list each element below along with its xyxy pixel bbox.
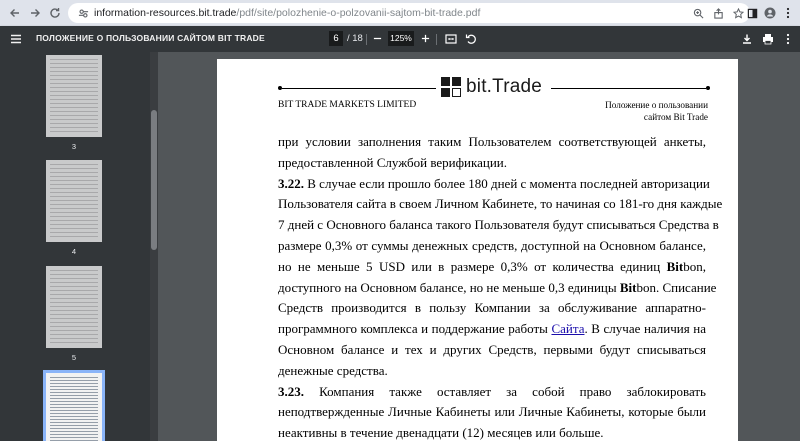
forward-arrow-icon[interactable] xyxy=(24,2,46,24)
page-thumbnail-6[interactable] xyxy=(43,370,105,441)
page-total: / 18 xyxy=(347,33,363,44)
logo-text: bit.Trade xyxy=(466,76,543,97)
clause-number: 3.23. xyxy=(278,383,304,399)
sidebar-scroll-thumb[interactable] xyxy=(151,110,157,250)
text-line: программного комплекса и поддержание раб… xyxy=(278,321,706,337)
more-actions-icon[interactable] xyxy=(780,31,796,47)
more-menu-icon[interactable] xyxy=(780,5,796,21)
text-line: размере 0,3% от суммы денежных средств, … xyxy=(278,237,706,253)
print-icon[interactable] xyxy=(760,31,776,47)
page-number-input[interactable]: 6 xyxy=(329,31,343,46)
profile-avatar-icon[interactable] xyxy=(762,5,778,21)
header-rule xyxy=(282,88,436,89)
toolbar-divider xyxy=(436,34,437,45)
address-bar[interactable]: information-resources.bit.trade/pdf/site… xyxy=(68,3,750,23)
browser-bar: information-resources.bit.trade/pdf/site… xyxy=(0,0,800,26)
text-line: предоставленной Службой верификации. xyxy=(278,154,508,170)
doc-ref-line: Положение о пользовании xyxy=(605,100,708,110)
sidebar-scrollbar[interactable] xyxy=(150,52,158,441)
bit-trade-logo-icon xyxy=(441,77,462,98)
text-line: при условии заполнения таким Пользовател… xyxy=(278,134,706,149)
url-path: /pdf/site/polozhenie-o-polzovanii-sajtom… xyxy=(236,7,481,19)
text-line: Средств производится в пользу Компании з… xyxy=(278,300,706,316)
thumbnail-sidebar: 3 4 5 xyxy=(0,52,150,441)
text-line: Основном балансе и тех и других Средств,… xyxy=(278,341,706,357)
text-line: доступного на Основном балансе, но не ме… xyxy=(278,279,717,295)
clause-3-22: 3.22. В случае если прошло более 180 дне… xyxy=(278,175,710,191)
thumbnail-label: 4 xyxy=(71,247,77,256)
text-line: неподтвержденные Личные Кабинеты или Лич… xyxy=(278,404,706,420)
sidebar-menu-icon[interactable] xyxy=(0,26,32,52)
zoom-in-button[interactable] xyxy=(418,31,432,46)
toolbar-divider xyxy=(366,34,367,45)
thumbnail-label: 3 xyxy=(71,142,77,151)
text-line: неактивны в течение двенадцати (12) меся… xyxy=(278,425,604,441)
pdf-toolbar: ПОЛОЖЕНИЕ О ПОЛЬЗОВАНИИ САЙТОМ BIT TRADE… xyxy=(0,26,800,52)
text-line: но не меньше 5 USD или в размере 0,3% от… xyxy=(278,258,706,274)
fit-to-page-icon[interactable] xyxy=(443,31,459,47)
text-line: 7 дней с Основного баланса такого Пользо… xyxy=(278,217,719,233)
page-thumbnail-3[interactable] xyxy=(46,55,102,137)
zoom-level-input[interactable]: 125% xyxy=(388,31,414,46)
rotate-icon[interactable] xyxy=(463,31,479,47)
site-link[interactable]: Сайта xyxy=(551,321,584,336)
page-thumbnail-5[interactable] xyxy=(46,266,102,348)
document-title: ПОЛОЖЕНИЕ О ПОЛЬЗОВАНИИ САЙТОМ BIT TRADE xyxy=(36,33,265,43)
site-info-icon[interactable] xyxy=(76,6,90,20)
thumbnail-label: 5 xyxy=(71,353,77,362)
reload-icon[interactable] xyxy=(44,2,66,24)
pdf-viewer[interactable]: bit.Trade BIT TRADE MARKETS LIMITED Поло… xyxy=(158,52,800,441)
document-reference: Положение о пользовании сайтом Bit Trade xyxy=(605,100,708,123)
doc-ref-line: сайтом Bit Trade xyxy=(643,111,708,122)
zoom-out-button[interactable] xyxy=(370,31,384,46)
text-line: денежные средства. xyxy=(278,362,388,378)
header-rule xyxy=(551,88,706,89)
back-arrow-icon[interactable] xyxy=(4,2,26,24)
side-panel-icon[interactable] xyxy=(744,5,760,21)
clause-3-23: 3.23. Компания также оставляет за собой … xyxy=(278,383,706,399)
clause-number: 3.22. xyxy=(278,175,304,191)
url-domain: information-resources.bit.trade xyxy=(94,7,237,19)
zoom-icon[interactable] xyxy=(690,5,706,21)
text-line: Пользователя сайта в своем Личном Кабине… xyxy=(278,196,723,212)
document-body: при условии заполнения таким Пользовател… xyxy=(278,132,723,441)
header-rule-dot xyxy=(706,86,710,90)
pdf-page: bit.Trade BIT TRADE MARKETS LIMITED Поло… xyxy=(217,59,738,441)
company-name: BIT TRADE MARKETS LIMITED xyxy=(278,100,417,110)
page-thumbnail-4[interactable] xyxy=(46,160,102,242)
download-icon[interactable] xyxy=(739,31,755,47)
share-icon[interactable] xyxy=(710,5,726,21)
